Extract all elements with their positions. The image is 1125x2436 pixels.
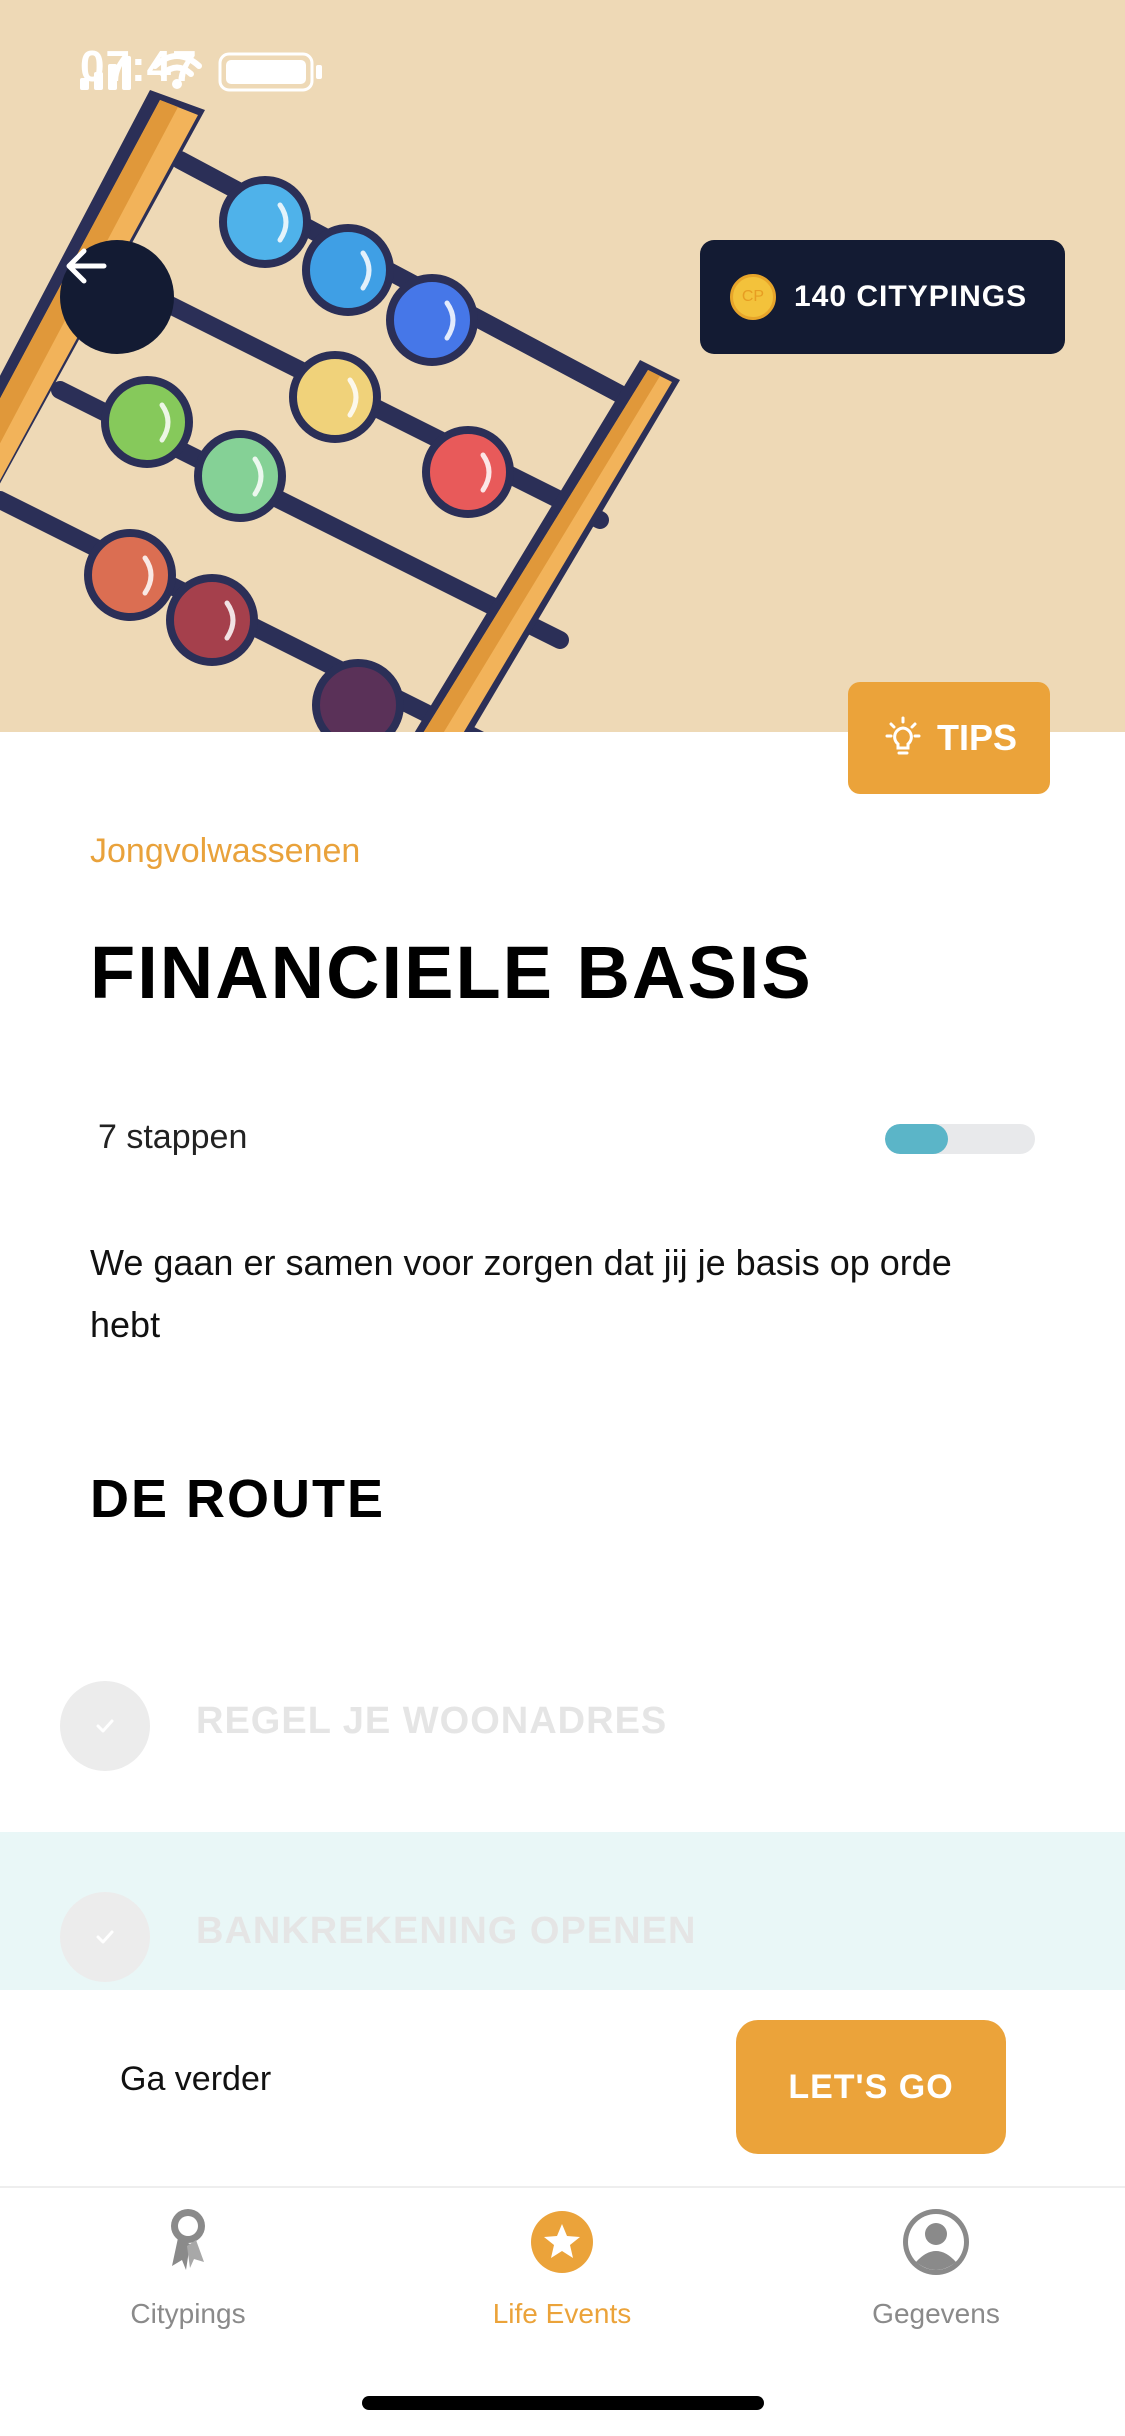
coin-icon: CP bbox=[730, 274, 776, 320]
citypings-balance-badge[interactable]: CP 140 CITYPINGS bbox=[700, 240, 1065, 354]
tips-button[interactable]: TIPS bbox=[848, 682, 1050, 794]
lets-go-button[interactable]: LET'S GO bbox=[736, 2020, 1006, 2154]
description-text: We gaan er samen voor zorgen dat jij je … bbox=[90, 1242, 952, 1345]
route-item[interactable]: BANKREKENING OPENEN bbox=[0, 1832, 1125, 1992]
arrow-left-icon bbox=[66, 248, 107, 284]
user-icon bbox=[903, 2209, 969, 2275]
check-icon bbox=[60, 1892, 150, 1982]
citypings-count: 140 CITYPINGS bbox=[794, 280, 1028, 313]
star-icon bbox=[531, 2211, 593, 2273]
award-icon bbox=[171, 2209, 205, 2270]
tab-gegevens[interactable]: Gegevens bbox=[786, 2204, 1086, 2354]
route-item-label: BANKREKENING OPENEN bbox=[196, 1910, 697, 1952]
back-button[interactable] bbox=[60, 240, 174, 354]
tab-label: Citypings bbox=[130, 2298, 246, 2329]
status-bar: 07:47 bbox=[80, 40, 1077, 100]
hero-illustration-area: 07:47 CP 140 CITYPINGS bbox=[0, 0, 1125, 732]
abacus-illustration bbox=[0, 90, 680, 732]
check-icon bbox=[60, 1681, 150, 1771]
tips-label: TIPS bbox=[936, 717, 1017, 758]
signal-icon bbox=[80, 56, 131, 90]
tab-label: Gegevens bbox=[872, 2298, 1000, 2329]
battery-icon bbox=[218, 52, 322, 92]
route-item[interactable]: REGEL JE WOONADRES bbox=[0, 1646, 1125, 1806]
route-item-label: REGEL JE WOONADRES bbox=[196, 1700, 668, 1742]
progress-bar bbox=[885, 1124, 1035, 1154]
route-heading: DE ROUTE bbox=[90, 1469, 386, 1529]
home-indicator bbox=[362, 2396, 764, 2410]
lightbulb-icon bbox=[885, 716, 921, 755]
continue-label: Ga verder bbox=[120, 2060, 272, 2098]
category-label: Jongvolwassenen bbox=[90, 832, 361, 870]
page-title: FINANCIELE BASIS bbox=[90, 931, 813, 1014]
progress-fill bbox=[885, 1124, 948, 1154]
tab-citypings[interactable]: Citypings bbox=[38, 2204, 338, 2354]
tab-label: Life Events bbox=[492, 2298, 632, 2329]
tab-life-events[interactable]: Life Events bbox=[412, 2204, 712, 2354]
action-bar: Ga verder LET'S GO bbox=[0, 1990, 1125, 2188]
steps-count: 7 stappen bbox=[98, 1118, 248, 1156]
wifi-icon bbox=[152, 53, 202, 77]
status-icons bbox=[80, 52, 322, 92]
